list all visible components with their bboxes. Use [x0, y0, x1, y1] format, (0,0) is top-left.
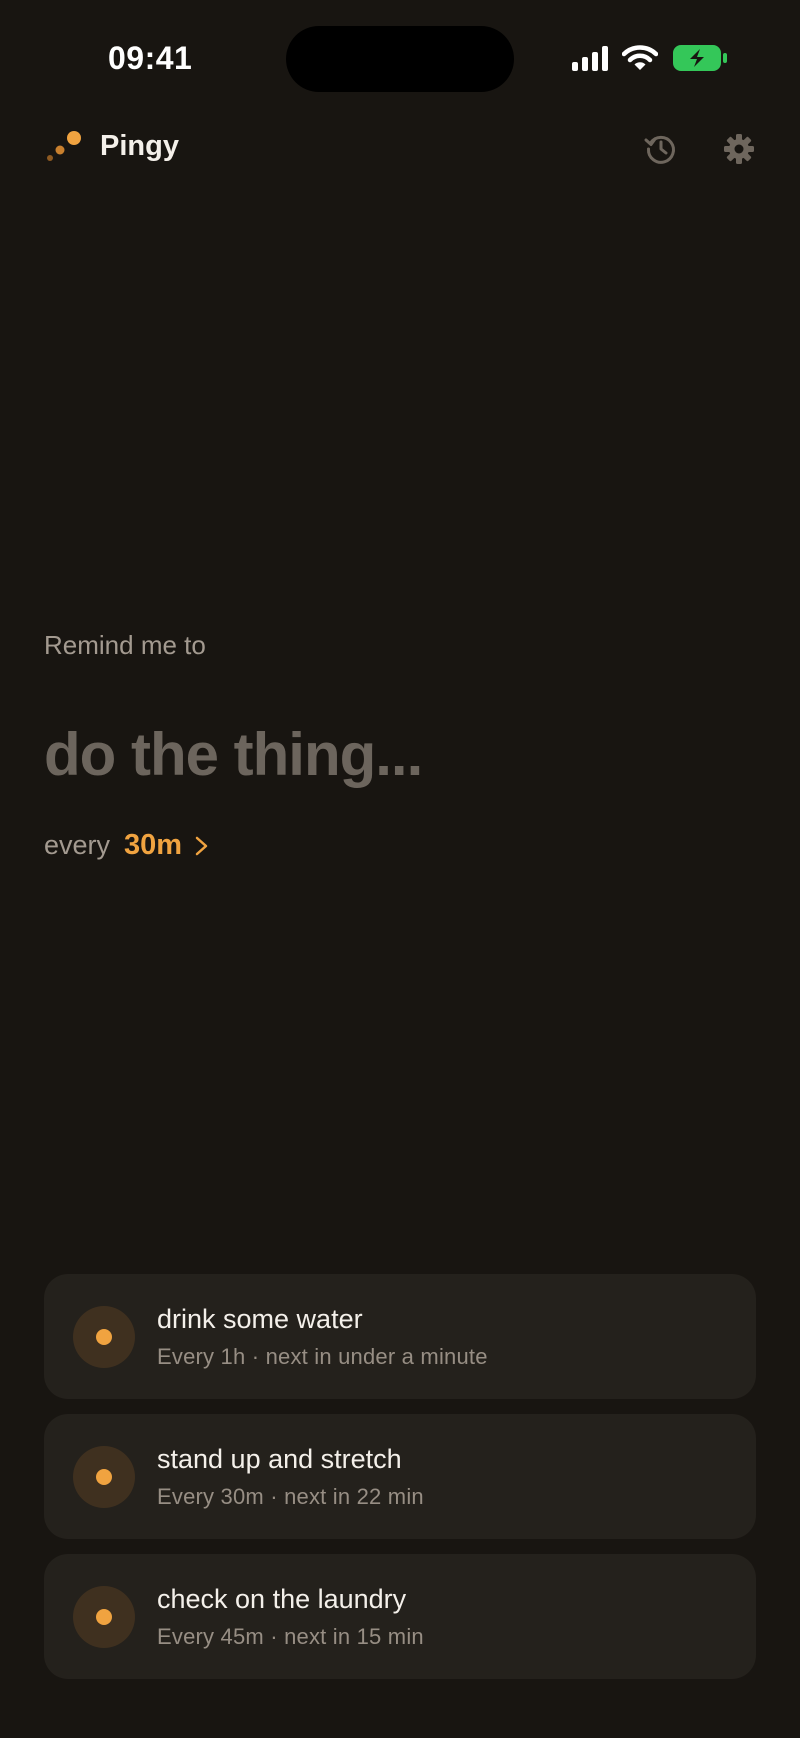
reminder-schedule: Every 45m · next in 15 min	[157, 1624, 424, 1649]
status-bar: 09:41	[0, 0, 800, 120]
gear-icon	[724, 134, 754, 164]
settings-button[interactable]	[718, 128, 760, 170]
interval-prefix-label: every	[44, 830, 111, 860]
wifi-icon	[622, 45, 658, 70]
active-status-indicator	[73, 1586, 135, 1648]
interval-row: every 30m	[44, 829, 756, 862]
reminder-title: stand up and stretch	[157, 1444, 402, 1474]
active-dot-icon	[96, 1609, 112, 1625]
active-dot-icon	[96, 1469, 112, 1485]
interval-picker-button[interactable]: 30m	[110, 829, 210, 862]
interval-value: 30m	[124, 829, 183, 861]
reminder-item[interactable]: stand up and stretch Every 30m · next in…	[44, 1414, 756, 1539]
prompt-label: Remind me to	[44, 630, 206, 660]
active-status-indicator	[73, 1306, 135, 1368]
status-time: 09:41	[108, 40, 193, 76]
reminder-schedule: Every 30m · next in 22 min	[157, 1484, 424, 1509]
battery-charging-icon	[673, 45, 727, 71]
reminder-composer: Remind me to every 30m	[44, 630, 756, 862]
reminder-title: check on the laundry	[157, 1584, 407, 1614]
active-status-indicator	[73, 1446, 135, 1508]
reminder-title: drink some water	[157, 1304, 363, 1334]
chevron-right-icon	[194, 835, 210, 857]
reminder-schedule: Every 1h · next in under a minute	[157, 1344, 488, 1369]
reminder-item[interactable]: drink some water Every 1h · next in unde…	[44, 1274, 756, 1399]
app-header: Pingy	[0, 120, 800, 178]
app-title: Pingy	[100, 130, 179, 162]
reminder-text-input[interactable]	[44, 720, 744, 789]
dynamic-island	[286, 26, 514, 92]
active-dot-icon	[96, 1329, 112, 1345]
pingy-logo-icon	[47, 131, 81, 161]
cellular-signal-icon	[572, 45, 608, 71]
status-icons	[572, 44, 728, 72]
history-icon	[644, 135, 675, 164]
reminder-item[interactable]: check on the laundry Every 45m · next in…	[44, 1554, 756, 1679]
history-button[interactable]	[640, 128, 682, 170]
reminder-list: drink some water Every 1h · next in unde…	[44, 1274, 756, 1694]
